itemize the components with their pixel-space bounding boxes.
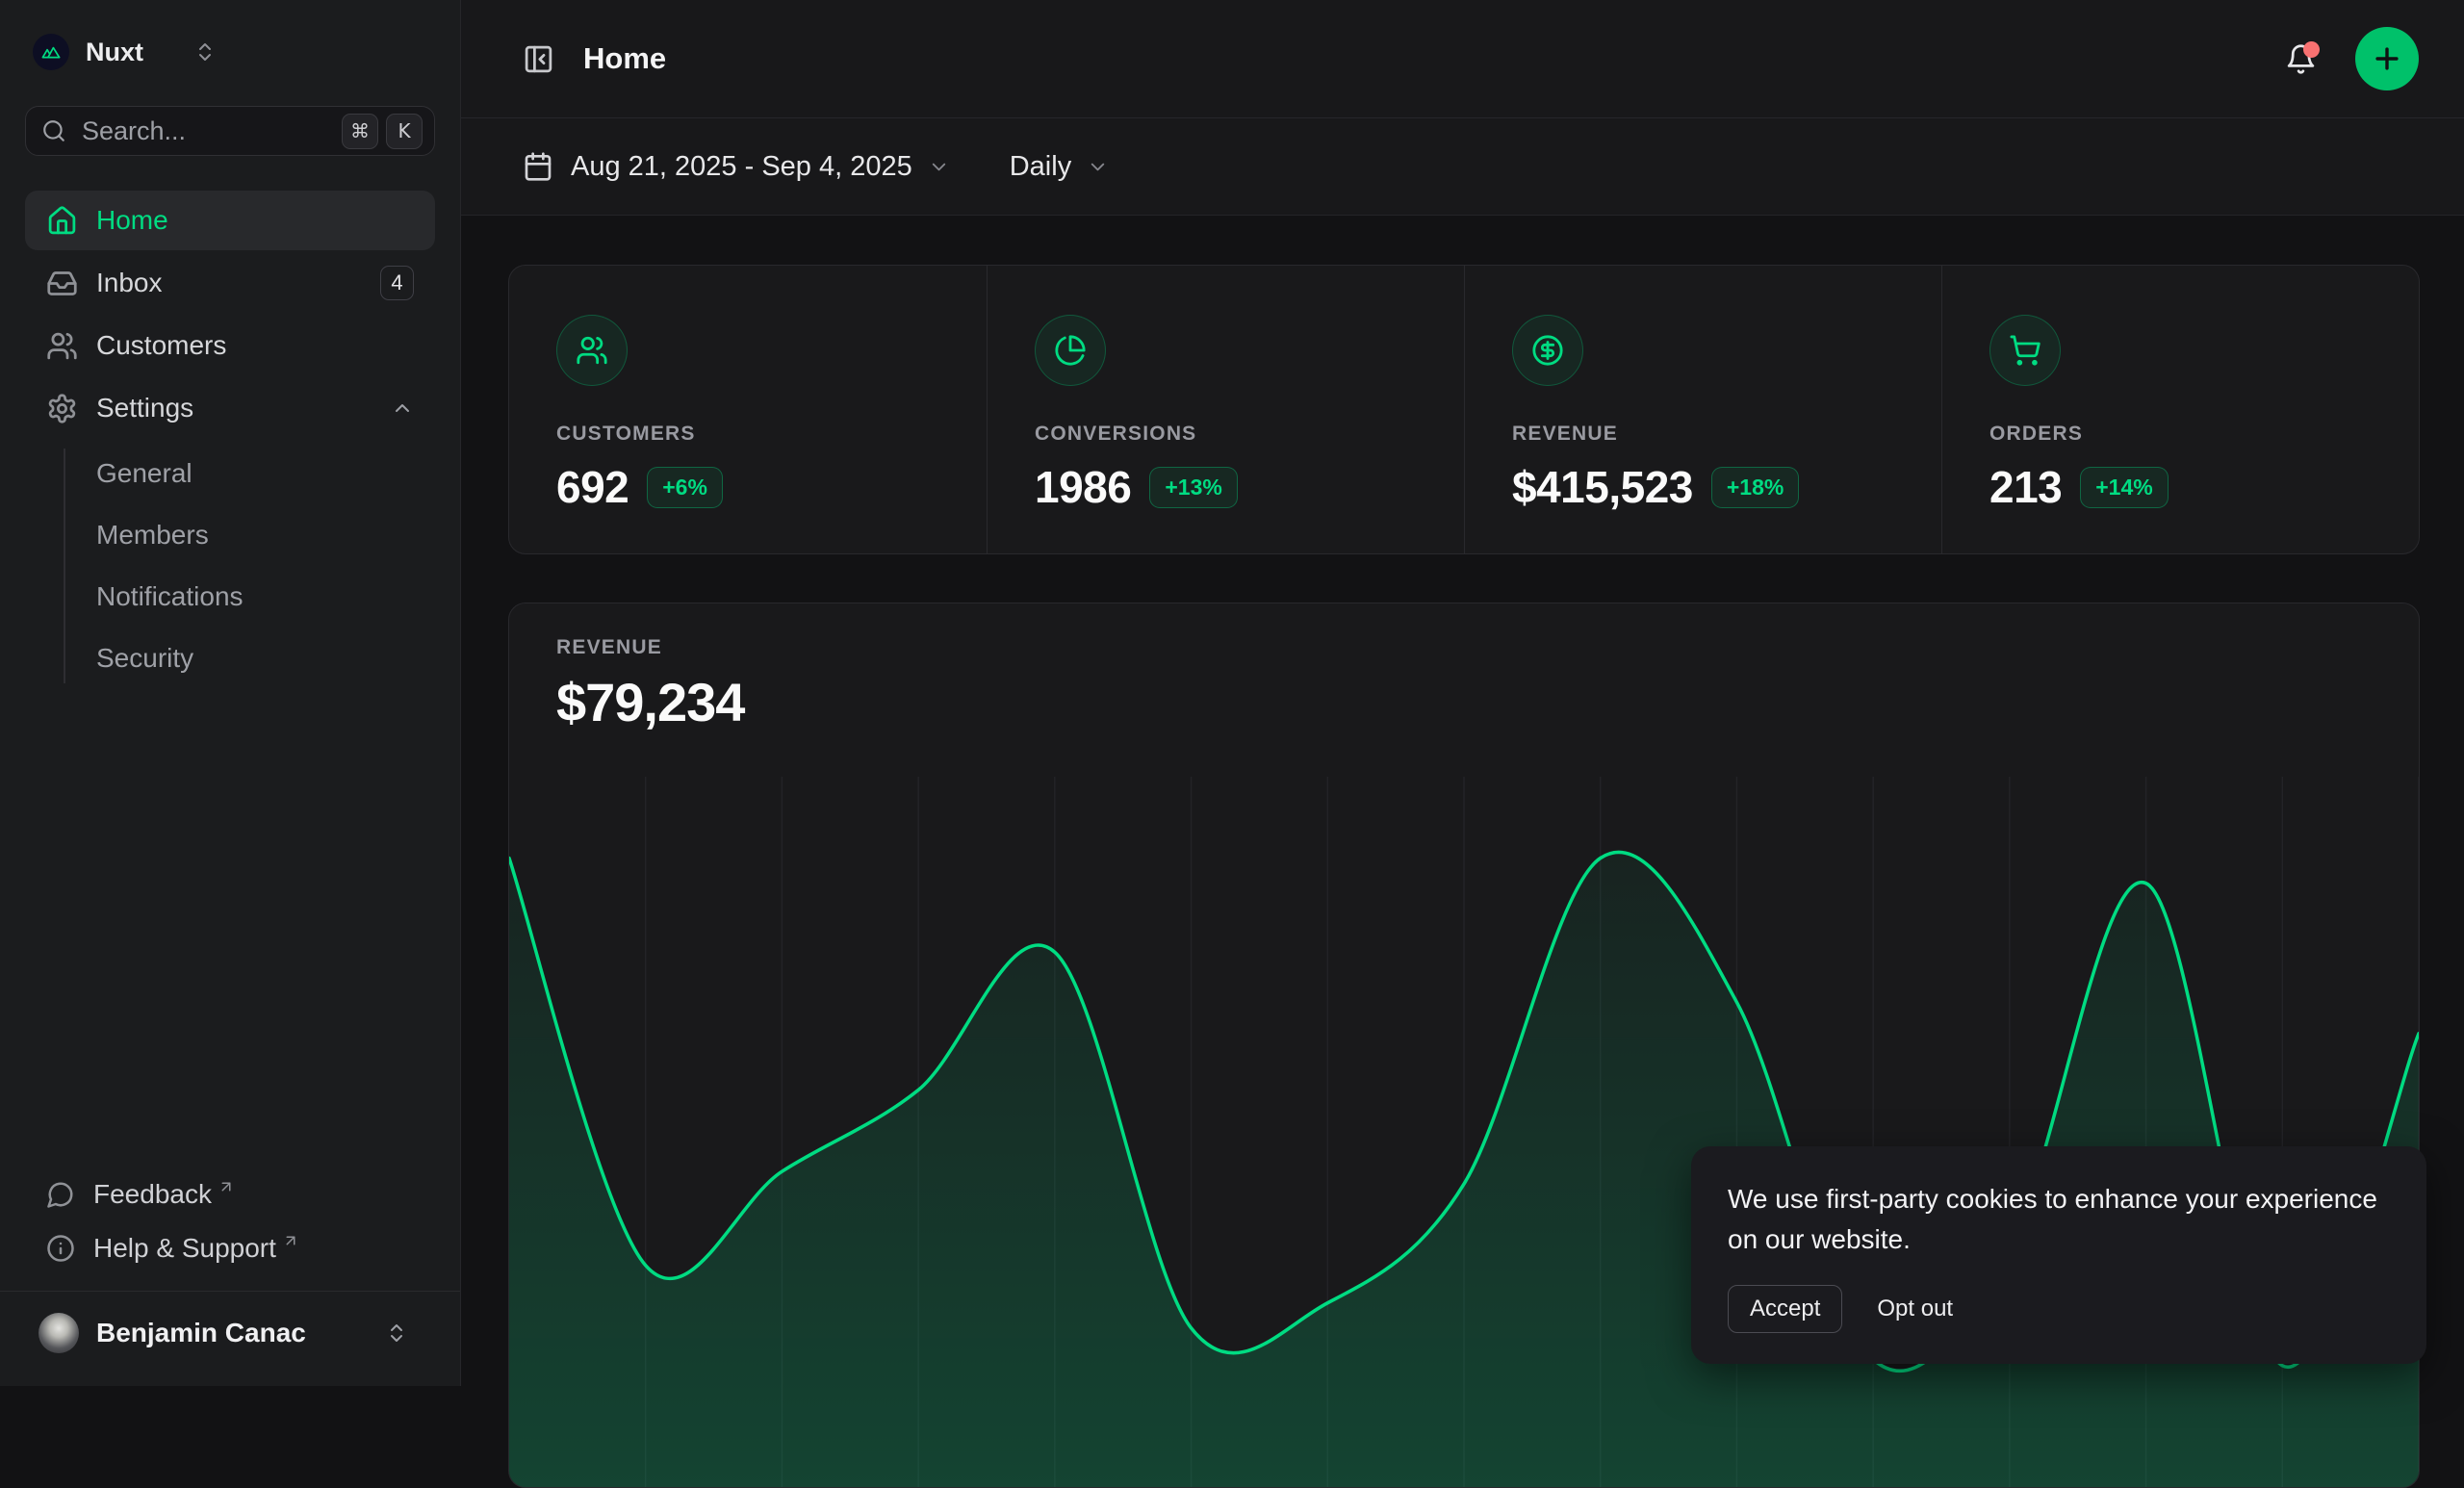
workspace-switcher[interactable]: Nuxt	[25, 23, 435, 81]
cookie-actions: Accept Opt out	[1728, 1285, 2390, 1333]
sidebar-item-label: Notifications	[96, 581, 244, 612]
users-icon	[556, 315, 628, 386]
date-range-picker[interactable]: Aug 21, 2025 - Sep 4, 2025	[523, 151, 950, 183]
avatar	[38, 1313, 79, 1353]
toolbar: Aug 21, 2025 - Sep 4, 2025 Daily	[461, 118, 2464, 216]
sidebar-item-label: Members	[96, 520, 209, 551]
stat-label: CUSTOMERS	[556, 423, 987, 446]
accept-button[interactable]: Accept	[1728, 1285, 1842, 1333]
gear-icon	[46, 393, 78, 424]
sidebar-item-inbox[interactable]: Inbox 4	[25, 253, 435, 313]
cookie-banner: We use first-party cookies to enhance yo…	[1691, 1146, 2426, 1364]
revenue-header: REVENUE $79,234	[509, 603, 2419, 733]
stat-delta-badge: +6%	[647, 467, 723, 508]
kbd-cmd: ⌘	[342, 114, 378, 149]
pie-chart-icon	[1035, 315, 1106, 386]
search-placeholder: Search...	[82, 116, 186, 146]
notifications-button[interactable]	[2285, 43, 2317, 75]
stat-value: 692	[556, 461, 629, 513]
stat-conversions[interactable]: CONVERSIONS 1986 +13%	[987, 266, 1464, 553]
nuxt-logo-icon	[33, 34, 69, 70]
revenue-area-chart[interactable]	[509, 777, 2419, 1487]
sidebar-item-label: Home	[96, 205, 168, 236]
sidebar-item-help-support[interactable]: Help & Support	[25, 1221, 435, 1275]
notification-dot	[2303, 41, 2320, 58]
stat-delta-badge: +13%	[1149, 467, 1237, 508]
add-button[interactable]	[2355, 27, 2419, 90]
chevron-up-icon	[391, 397, 414, 420]
stats-card: CUSTOMERS 692 +6% CONVERSIONS 1986 +13%	[508, 265, 2420, 554]
collapse-sidebar-button[interactable]	[523, 43, 554, 75]
sidebar-item-customers[interactable]: Customers	[25, 316, 435, 375]
revenue-chart-svg	[509, 777, 2419, 1487]
sidebar-item-general[interactable]: General	[25, 443, 435, 504]
sidebar-item-label: Help & Support	[93, 1233, 276, 1264]
stat-label: REVENUE	[1512, 423, 1941, 446]
sidebar-item-settings[interactable]: Settings	[25, 378, 435, 438]
granularity-value: Daily	[1010, 151, 1071, 183]
sidebar-divider	[0, 1291, 460, 1292]
search-input[interactable]: Search... ⌘ K	[25, 106, 435, 156]
stat-delta-badge: +18%	[1711, 467, 1799, 508]
user-name: Benjamin Canac	[96, 1318, 306, 1348]
chevron-down-icon	[1087, 156, 1109, 178]
chevrons-up-down-icon	[385, 1321, 408, 1345]
external-link-icon	[218, 1178, 235, 1195]
sidebar-nav: Home Inbox 4 Customers Settings	[25, 191, 435, 689]
sidebar: Nuxt Search... ⌘ K Home Inbox 4	[0, 0, 461, 1386]
stat-value: 1986	[1035, 461, 1131, 513]
user-menu[interactable]: Benjamin Canac	[25, 1303, 435, 1363]
stat-delta-badge: +14%	[2080, 467, 2168, 508]
sidebar-item-label: Inbox	[96, 268, 163, 298]
page-title: Home	[583, 41, 666, 76]
cookie-message: We use first-party cookies to enhance yo…	[1728, 1179, 2390, 1260]
sidebar-spacer	[25, 689, 435, 1167]
inbox-count-badge: 4	[380, 266, 414, 300]
shopping-cart-icon	[1989, 315, 2061, 386]
stat-label: CONVERSIONS	[1035, 423, 1464, 446]
stat-revenue[interactable]: REVENUE $415,523 +18%	[1464, 266, 1941, 553]
circle-dollar-icon	[1512, 315, 1583, 386]
sidebar-item-label: General	[96, 458, 192, 489]
date-range-value: Aug 21, 2025 - Sep 4, 2025	[571, 151, 912, 183]
stat-label: ORDERS	[1989, 423, 2419, 446]
stat-customers[interactable]: CUSTOMERS 692 +6%	[509, 266, 987, 553]
sidebar-item-feedback[interactable]: Feedback	[25, 1167, 435, 1221]
revenue-value: $79,234	[556, 671, 2419, 733]
search-icon	[41, 118, 66, 143]
home-icon	[46, 205, 78, 237]
sidebar-item-notifications[interactable]: Notifications	[25, 566, 435, 628]
sidebar-item-security[interactable]: Security	[25, 628, 435, 689]
workspace-name: Nuxt	[86, 38, 143, 67]
sidebar-item-label: Customers	[96, 330, 226, 361]
search-shortcut: ⌘ K	[342, 114, 423, 149]
kbd-k: K	[386, 114, 423, 149]
info-icon	[46, 1234, 75, 1263]
users-icon	[46, 330, 78, 362]
message-circle-icon	[46, 1180, 75, 1209]
stat-value: $415,523	[1512, 461, 1693, 513]
stat-value: 213	[1989, 461, 2062, 513]
revenue-label: REVENUE	[556, 636, 2419, 659]
granularity-select[interactable]: Daily	[1010, 151, 1109, 183]
sidebar-item-label: Security	[96, 643, 193, 674]
chevrons-up-down-icon	[193, 40, 217, 64]
page-header: Home	[461, 0, 2464, 118]
stat-orders[interactable]: ORDERS 213 +14%	[1941, 266, 2419, 553]
opt-out-button[interactable]: Opt out	[1873, 1286, 1957, 1332]
inbox-icon	[46, 268, 78, 299]
calendar-icon	[523, 151, 553, 182]
sidebar-item-label: Feedback	[93, 1179, 212, 1210]
chevron-down-icon	[928, 156, 950, 178]
sidebar-item-home[interactable]: Home	[25, 191, 435, 250]
settings-sub-list: General Members Notifications Security	[25, 443, 435, 689]
sidebar-item-label: Settings	[96, 393, 193, 423]
sidebar-item-members[interactable]: Members	[25, 504, 435, 566]
header-actions	[2285, 27, 2419, 90]
external-link-icon	[282, 1232, 299, 1249]
